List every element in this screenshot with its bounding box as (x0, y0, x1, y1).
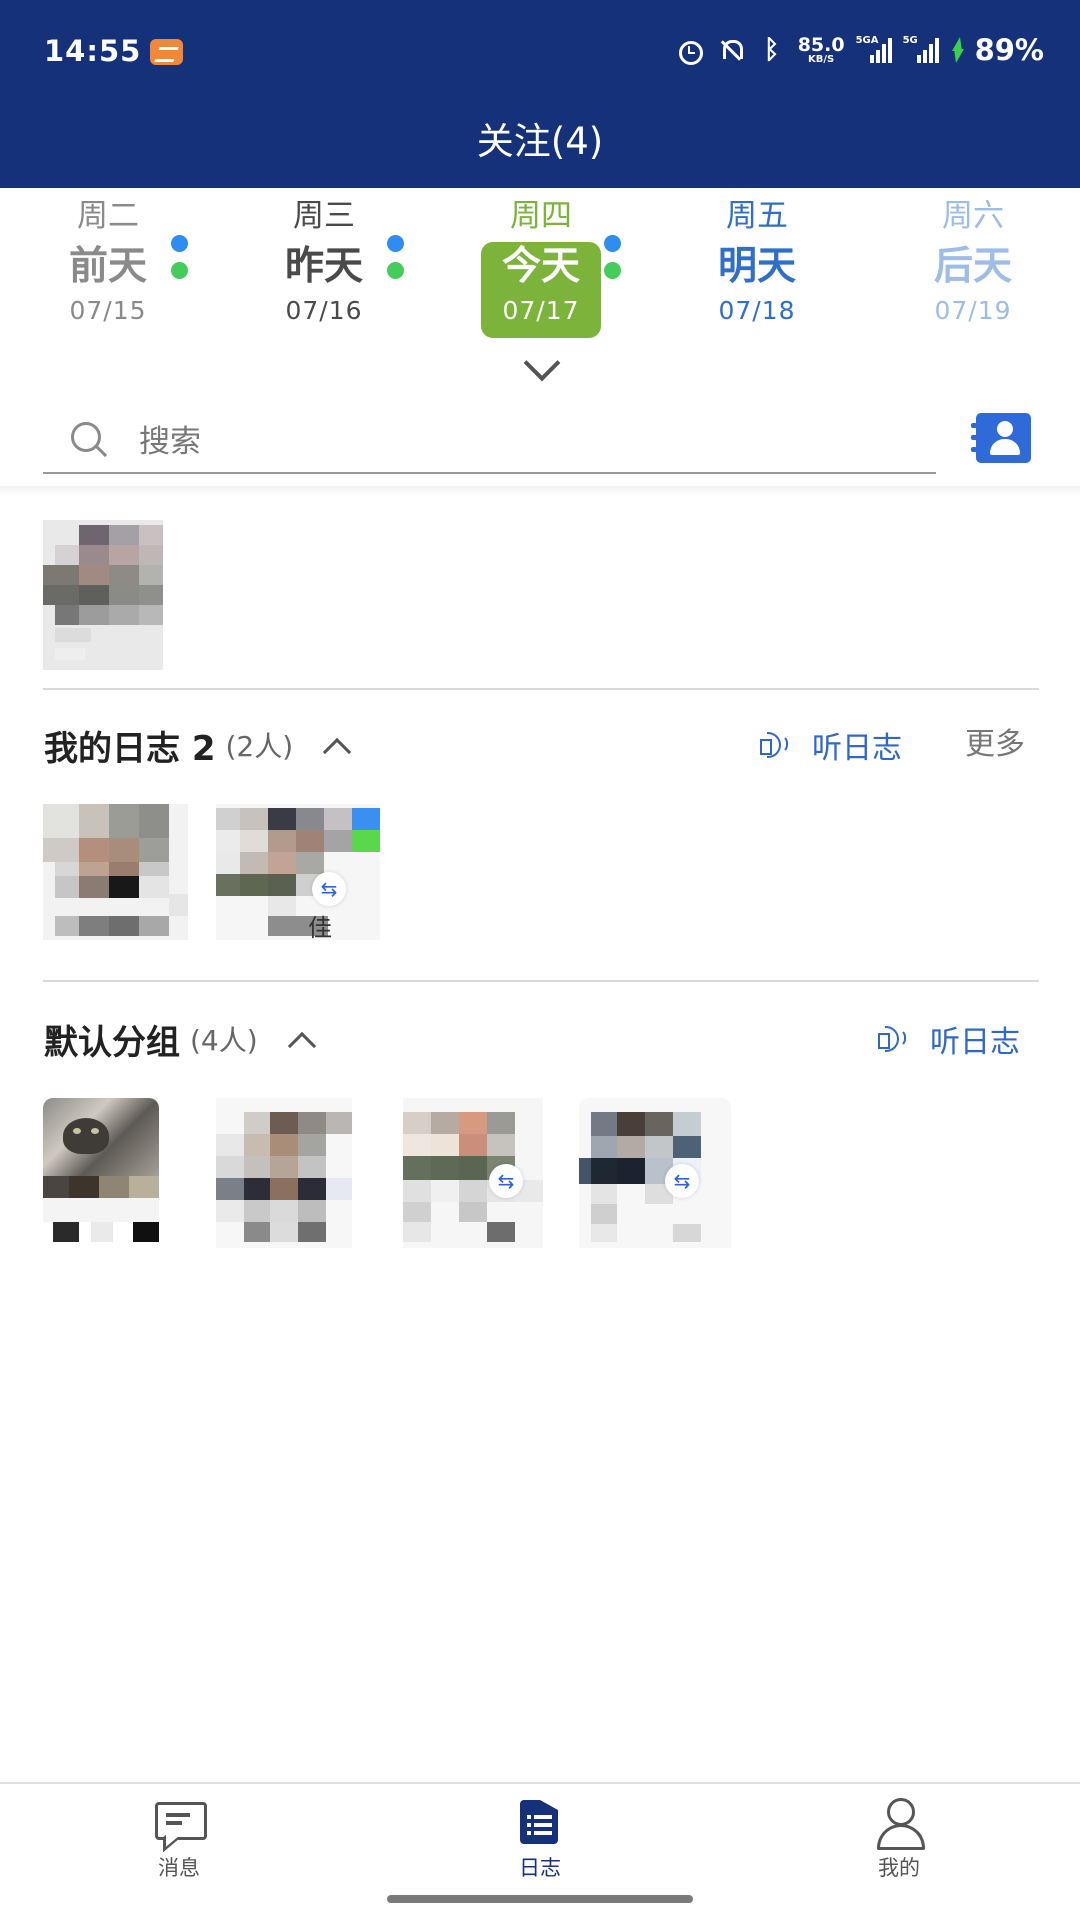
member-name: 佳 (308, 914, 332, 940)
day-weekday: 周六 (942, 198, 1004, 234)
home-indicator[interactable] (387, 1895, 693, 1903)
status-bar: 14:55 ᛒ 85.0 KB/S 5GA 5G 89% (0, 0, 1080, 104)
mute-icon (716, 35, 746, 65)
message-icon (153, 1798, 207, 1846)
alarm-icon (675, 35, 705, 65)
status-time: 14:55 (44, 34, 142, 68)
group-count: (2人) (225, 730, 294, 763)
day-dot-green (171, 262, 188, 279)
listen-log-button[interactable]: 听日志 (876, 1014, 1020, 1064)
search-icon (71, 422, 107, 458)
bluetooth-icon: ᛒ (763, 35, 780, 65)
group-header-my-log[interactable]: 我的日志 2 (2人) (44, 720, 351, 770)
swap-icon: ⇆ (665, 1164, 699, 1198)
nav-item-log[interactable]: 日志 (460, 1798, 620, 1882)
nav-label: 消息 (158, 1856, 200, 1880)
member-avatar[interactable] (43, 1098, 159, 1248)
speaker-icon (876, 1024, 916, 1054)
section-divider (43, 688, 1039, 690)
network-speed-unit: KB/S (808, 53, 835, 65)
day-date: 07/17 (502, 296, 580, 325)
day-dot-blue (171, 235, 188, 252)
day-date: 07/19 (934, 296, 1012, 325)
day-weekday: 周二 (77, 198, 139, 234)
day-dot-green (604, 262, 621, 279)
nav-item-messages[interactable]: 消息 (99, 1798, 259, 1882)
group-header-default[interactable]: 默认分组 (4人) (44, 1014, 316, 1064)
swap-icon: ⇆ (489, 1164, 523, 1198)
battery-level: 89% (974, 33, 1044, 67)
speaker-icon (758, 730, 798, 760)
search-bar (43, 412, 936, 474)
signal-icon-2: 5G (902, 35, 939, 63)
listen-log-button[interactable]: 听日志 (758, 720, 902, 770)
member-avatar[interactable] (43, 804, 188, 940)
day-date: 07/16 (285, 296, 363, 325)
day-item-yesterday[interactable]: 周三 昨天 07/16 (264, 196, 404, 342)
collapse-chevron-up-icon[interactable] (321, 730, 351, 760)
day-item-before-yesterday[interactable]: 周二 前天 07/15 (48, 196, 188, 342)
day-text: 周四 今天 07/17 (481, 196, 601, 326)
day-name: 后天 (933, 244, 1012, 289)
day-dot-green (387, 262, 404, 279)
day-item-after-tomorrow[interactable]: 周六 后天 07/19 (913, 196, 1033, 342)
day-name: 前天 (68, 244, 147, 289)
group-count: (4人) (190, 1024, 258, 1057)
network-speed: 85.0 KB/S (797, 33, 845, 65)
member-avatar[interactable] (43, 520, 163, 670)
day-weekday: 周三 (293, 198, 355, 234)
network-type-label-2: 5G (902, 35, 918, 46)
day-name: 昨天 (284, 244, 363, 289)
day-text: 周五 明天 07/18 (697, 196, 817, 326)
day-item-today[interactable]: 周四 今天 07/17 (481, 196, 621, 342)
signal-icon: 5GA (855, 35, 892, 63)
member-avatar[interactable] (216, 1098, 352, 1248)
day-weekday: 周四 (510, 198, 572, 234)
swap-icon: ⇆ (312, 872, 346, 906)
expand-calendar-chevron-down-icon[interactable] (519, 356, 561, 384)
day-text: 周六 后天 07/19 (913, 196, 1033, 326)
log-list-icon (514, 1798, 566, 1846)
user-icon (873, 1798, 925, 1850)
day-date: 07/15 (69, 296, 147, 325)
day-dot-blue (387, 235, 404, 252)
listen-log-label: 听日志 (930, 1025, 1020, 1060)
search-input[interactable] (139, 418, 899, 466)
listen-log-label: 听日志 (812, 731, 902, 766)
charging-icon (950, 37, 964, 63)
day-weekday: 周五 (726, 198, 788, 234)
day-text: 周二 前天 07/15 (48, 196, 168, 326)
group-name: 我的日志 2 (44, 728, 216, 769)
member-avatar[interactable]: ⇆ (579, 1098, 731, 1248)
group-name: 默认分组 (44, 1022, 180, 1063)
status-icons: ᛒ 85.0 KB/S 5GA 5G 89% (675, 30, 1044, 70)
member-avatar[interactable]: ⇆ (403, 1098, 543, 1248)
collapse-chevron-up-icon[interactable] (286, 1024, 316, 1054)
nav-label: 我的 (878, 1856, 920, 1880)
network-speed-value: 85.0 (797, 33, 845, 56)
day-item-tomorrow[interactable]: 周五 明天 07/18 (697, 196, 817, 342)
day-name: 今天 (501, 244, 580, 289)
date-selector: 周二 前天 07/15 周三 昨天 07/16 周四 今天 07/17 周五 明… (0, 196, 1080, 346)
day-dot-blue (604, 235, 621, 252)
day-date: 07/18 (718, 296, 796, 325)
member-avatar[interactable]: ⇆ 佳 (216, 804, 380, 940)
nav-label: 日志 (519, 1856, 561, 1880)
more-button[interactable]: 更多 (965, 720, 1025, 770)
nav-item-profile[interactable]: 我的 (819, 1798, 979, 1882)
day-name: 明天 (717, 244, 796, 289)
contacts-book-button[interactable] (971, 413, 1031, 463)
search-shadow-divider (0, 486, 1080, 496)
section-divider (43, 980, 1039, 982)
app-header: 14:55 ᛒ 85.0 KB/S 5GA 5G 89% 关注(4) (0, 0, 1080, 188)
day-text: 周三 昨天 07/16 (264, 196, 384, 326)
network-type-label: 5GA (855, 35, 879, 46)
app-notification-icon (150, 39, 183, 65)
page-title: 关注(4) (476, 120, 604, 163)
